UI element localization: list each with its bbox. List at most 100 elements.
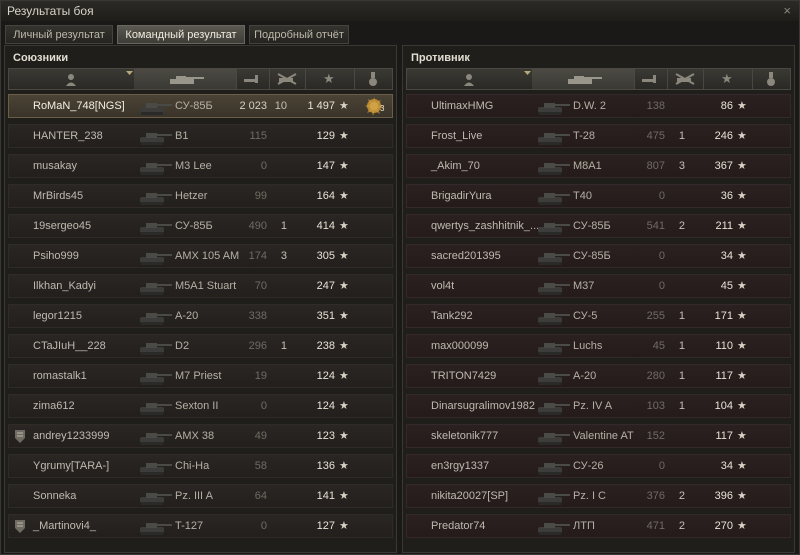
damage-value: 99 [254, 190, 267, 202]
battle-results-window: Результаты боя × Личный результат Команд… [0, 0, 800, 555]
player-row[interactable]: romastalk1 M7 Priest 19 124 ★ [8, 364, 393, 388]
vehicle-name: M3 Lee [175, 160, 212, 172]
player-row[interactable]: sacred201395 СУ-85Б 0 34 ★ [406, 244, 791, 268]
player-row[interactable]: zima612 Sexton II 0 124 ★ [8, 394, 393, 418]
xp-value: 34 [720, 460, 733, 472]
star-icon: ★ [339, 250, 349, 262]
vehicle-name: AMX 38 [175, 430, 215, 442]
tank-icon [170, 76, 204, 84]
xp-value: 123 [316, 430, 335, 442]
xp-value: 36 [720, 190, 733, 202]
tank-icon [140, 103, 172, 115]
vehicle-column-header[interactable] [134, 69, 237, 89]
kills-column-header[interactable] [667, 69, 704, 89]
kills-value: 2 [678, 520, 685, 532]
player-name: romastalk1 [33, 370, 87, 382]
xp-column-header[interactable]: ★ [703, 69, 753, 89]
enemies-column-header: ★ [406, 68, 791, 90]
vehicle-name: Pz. I C [573, 490, 607, 502]
vehicle-name: Luchs [573, 340, 603, 352]
player-row[interactable]: BrigadirYura T40 0 36 ★ [406, 184, 791, 208]
player-row[interactable]: max000099 Luchs 45 1 110 ★ [406, 334, 791, 358]
tank-icon [140, 133, 172, 145]
player-row[interactable]: Ygrumy[TARA-] Chi-Ha 58 136 ★ [8, 454, 393, 478]
xp-value: 147 [316, 160, 335, 172]
damage-column-header[interactable] [634, 69, 668, 89]
vehicle-name: D.W. 2 [573, 100, 607, 112]
player-row[interactable]: Ilkhan_Kadyi M5A1 Stuart 70 247 ★ [8, 274, 393, 298]
tank-icon [538, 283, 570, 295]
player-name: vol4t [431, 280, 455, 292]
title-bar: Результаты боя × [1, 1, 799, 21]
xp-column-header[interactable]: ★ [305, 69, 355, 89]
player-row[interactable]: TRITON7429 A-20 280 1 117 ★ [406, 364, 791, 388]
star-icon: ★ [339, 370, 349, 382]
damage-value: 471 [646, 520, 665, 532]
star-icon: ★ [339, 310, 349, 322]
player-row[interactable]: RoMaN_748[NGS] СУ-85Б 2 023 10 1 497 ★ 3 [8, 94, 393, 118]
player-name: BrigadirYura [431, 190, 492, 202]
player-row[interactable]: Sonneka Pz. III A 64 141 ★ [8, 484, 393, 508]
vehicle-name: Pz. IV A [573, 400, 613, 412]
player-name: Ilkhan_Kadyi [33, 280, 96, 292]
player-row[interactable]: musakay M3 Lee 0 147 ★ [8, 154, 393, 178]
player-row[interactable]: MrBirds45 Hetzer 99 164 ★ [8, 184, 393, 208]
tank-icon [538, 463, 570, 475]
player-row[interactable]: Predator74 ЛТП 471 2 270 ★ [406, 514, 791, 538]
player-name: HANTER_238 [33, 130, 103, 142]
damage-value: 174 [248, 250, 267, 262]
kills-value: 1 [280, 220, 287, 232]
player-row[interactable]: UltimaxHMG D.W. 2 138 86 ★ [406, 94, 791, 118]
player-row[interactable]: skeletonik777 Valentine AT 152 117 ★ [406, 424, 791, 448]
tab-team-result[interactable]: Командный результат [117, 25, 245, 44]
player-row[interactable]: Tank292 СУ-5 255 1 171 ★ [406, 304, 791, 328]
player-row[interactable]: Dinarsugralimov1982 Pz. IV A 103 1 104 ★ [406, 394, 791, 418]
player-column-header[interactable] [9, 69, 135, 89]
star-icon: ★ [737, 400, 747, 412]
star-icon: ★ [339, 160, 349, 172]
tank-icon [140, 433, 172, 445]
player-row[interactable]: andrey1233999 AMX 38 49 123 ★ [8, 424, 393, 448]
allies-title: Союзники [13, 52, 69, 64]
player-name: TRITON7429 [431, 370, 497, 382]
damage-value: 807 [646, 160, 665, 172]
vehicle-name: T-28 [573, 130, 596, 142]
player-name: Tank292 [431, 310, 473, 322]
player-row[interactable]: HANTER_238 B1 115 129 ★ [8, 124, 393, 148]
damage-value: 115 [249, 130, 267, 142]
player-row[interactable]: _Martinovi4_ T-127 0 127 ★ [8, 514, 393, 538]
tab-personal-result[interactable]: Личный результат [5, 25, 113, 44]
tank-icon [538, 223, 570, 235]
vehicle-name: Sexton II [175, 400, 219, 412]
star-icon: ★ [737, 190, 747, 202]
medal-column-header[interactable] [752, 69, 790, 89]
enemies-title: Противник [411, 52, 470, 64]
player-column-header[interactable] [407, 69, 533, 89]
player-name: musakay [33, 160, 78, 172]
player-row[interactable]: en3rgy1337 СУ-26 0 34 ★ [406, 454, 791, 478]
star-icon: ★ [737, 310, 747, 322]
tab-detailed-report[interactable]: Подробный отчёт [249, 25, 349, 44]
player-row[interactable]: 19sergeo45 СУ-85Б 490 1 414 ★ [8, 214, 393, 238]
player-row[interactable]: nikita20027[SP] Pz. I C 376 2 396 ★ [406, 484, 791, 508]
close-icon[interactable]: × [783, 3, 791, 18]
player-name: qwertys_zashhitnik_... [431, 220, 540, 232]
medal-column-header[interactable] [354, 69, 392, 89]
player-row[interactable]: qwertys_zashhitnik_... СУ-85Б 541 2 211 ★ [406, 214, 791, 238]
tank-icon [140, 523, 172, 535]
vehicle-column-header[interactable] [532, 69, 635, 89]
player-row[interactable]: legor1215 A-20 338 351 ★ [8, 304, 393, 328]
player-row[interactable]: Psiho999 AMX 105 AM 174 3 305 ★ [8, 244, 393, 268]
platoon-icon [15, 520, 25, 533]
player-row[interactable]: _Akim_70 M8A1 807 3 367 ★ [406, 154, 791, 178]
star-icon: ★ [339, 520, 349, 532]
xp-value: 164 [316, 190, 335, 202]
damage-column-header[interactable] [236, 69, 270, 89]
damage-value: 64 [254, 490, 267, 502]
player-name: RoMaN_748[NGS] [33, 100, 125, 112]
player-row[interactable]: Frost_Live T-28 475 1 246 ★ [406, 124, 791, 148]
kills-column-header[interactable] [269, 69, 306, 89]
player-row[interactable]: vol4t M37 0 45 ★ [406, 274, 791, 298]
damage-value: 0 [260, 400, 267, 412]
player-row[interactable]: CTaJIuH__228 D2 296 1 238 ★ [8, 334, 393, 358]
